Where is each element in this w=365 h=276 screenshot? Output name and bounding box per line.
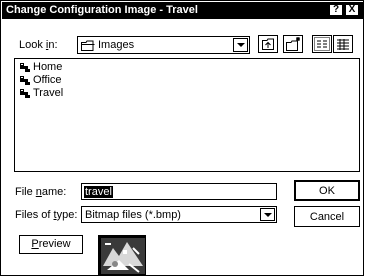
list-item-label: Office xyxy=(33,74,62,86)
file-type-select[interactable]: Bitmap files (*.bmp) xyxy=(81,206,277,223)
preview-thumbnail xyxy=(98,235,146,275)
chevron-down-icon xyxy=(237,43,245,47)
chevron-down-icon xyxy=(264,213,272,217)
file-name-input[interactable]: travel xyxy=(81,183,277,200)
help-button[interactable]: ? xyxy=(329,4,343,16)
travel-image-thumbnail xyxy=(101,238,145,274)
folder-network-icon xyxy=(20,76,30,85)
cancel-button[interactable]: Cancel xyxy=(294,206,360,227)
look-in-value: Images xyxy=(98,39,135,51)
list-view-icon xyxy=(314,37,330,51)
dialog-window: Change Configuration Image - Travel ? X … xyxy=(0,0,364,276)
close-button[interactable]: X xyxy=(345,4,359,16)
folder-network-icon xyxy=(20,63,30,72)
file-type-dropdown-arrow[interactable] xyxy=(260,208,275,221)
up-one-level-button[interactable] xyxy=(258,35,278,53)
up-folder-icon xyxy=(262,38,274,50)
details-view-icon xyxy=(337,39,349,50)
file-type-value: Bitmap files (*.bmp) xyxy=(85,209,181,221)
ok-button[interactable]: OK xyxy=(294,180,360,201)
file-name-label: File name: xyxy=(15,186,67,198)
look-in-combo[interactable]: Images xyxy=(77,36,250,54)
list-item-label: Travel xyxy=(33,87,64,99)
preview-button[interactable]: Preview xyxy=(19,235,83,254)
details-view-button[interactable] xyxy=(333,35,353,53)
folder-icon xyxy=(81,40,95,51)
new-folder-icon xyxy=(286,37,300,51)
look-in-label: Look in: xyxy=(19,39,58,51)
files-of-type-label: Files of type: xyxy=(15,209,78,221)
file-list[interactable]: Home Office Travel xyxy=(14,58,360,172)
look-in-dropdown-arrow[interactable] xyxy=(233,38,248,52)
folder-network-icon xyxy=(20,89,30,98)
list-item-label: Home xyxy=(33,61,63,73)
window-title: Change Configuration Image - Travel xyxy=(6,4,198,16)
list-view-button[interactable] xyxy=(312,35,332,53)
title-bar[interactable]: Change Configuration Image - Travel ? X xyxy=(2,2,363,19)
create-new-folder-button[interactable] xyxy=(283,35,303,53)
file-name-value: travel xyxy=(84,186,113,198)
